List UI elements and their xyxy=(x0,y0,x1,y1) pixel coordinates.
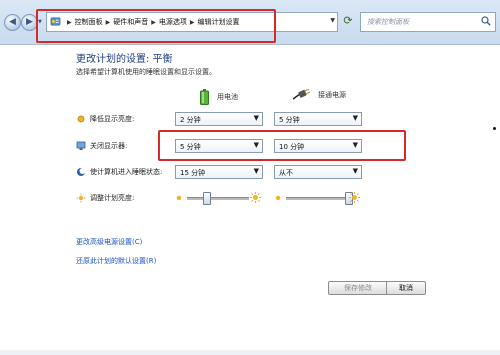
search-placeholder: 搜索控制面板 xyxy=(367,18,409,26)
breadcrumb: ▶ 控制面板 ▶ 硬件和声音 ▶ 电源选项 ▶ 编辑计划设置 xyxy=(67,13,240,31)
breadcrumb-separator-icon: ▶ xyxy=(105,18,111,26)
save-changes-button[interactable]: 保存修改 xyxy=(328,281,388,295)
selected-value: 5 分钟 xyxy=(279,116,300,124)
column-label-battery: 用电池 xyxy=(217,93,238,101)
recent-pages-icon[interactable]: ▼ xyxy=(38,19,42,25)
address-dropdown-icon[interactable]: ▼ xyxy=(330,17,335,24)
back-button[interactable]: ◀ xyxy=(4,14,21,31)
restore-defaults-link[interactable]: 还原此计划的默认设置(R) xyxy=(76,256,156,266)
row-label-turn-off-display: 关闭显示器: xyxy=(90,142,128,150)
chevron-down-icon: ▼ xyxy=(253,141,259,149)
moon-icon xyxy=(77,168,86,176)
cancel-button[interactable]: 取消 xyxy=(386,281,426,295)
plan-settings-panel: 更改计划的设置: 平衡 选择希望计算机使用的睡眠设置和显示设置。 用电池 接通电… xyxy=(0,45,500,355)
row-sleep: 使计算机进入睡眠状态: xyxy=(76,164,162,180)
chevron-down-icon: ▼ xyxy=(253,114,259,122)
window-bottom-edge xyxy=(0,350,500,355)
sun-large-icon xyxy=(250,192,261,203)
sleep-battery-select[interactable]: 15 分钟 ▼ xyxy=(175,165,263,179)
control-panel-icon xyxy=(50,17,61,26)
selected-value: 15 分钟 xyxy=(180,169,206,177)
selected-value: 5 分钟 xyxy=(180,143,201,151)
turn-off-display-battery-select[interactable]: 5 分钟 ▼ xyxy=(175,139,263,153)
dim-display-plugged-select[interactable]: 5 分钟 ▼ xyxy=(274,112,362,126)
breadcrumb-edit-plan[interactable]: 编辑计划设置 xyxy=(198,17,240,27)
column-label-plugged: 接通电源 xyxy=(318,91,346,99)
control-panel-window: ◀ ▶ ▼ ▶ 控制面板 ▶ 硬件和声音 ▶ 电源选项 ▶ 编辑计划设置 ▼ ⟳ xyxy=(0,0,500,355)
row-label-dim-display: 降低显示亮度: xyxy=(90,115,135,123)
monitor-icon xyxy=(76,141,86,150)
sun-large-icon xyxy=(349,192,360,203)
column-header-plugged: 接通电源 xyxy=(292,89,346,101)
row-turn-off-display: 关闭显示器: xyxy=(76,138,127,154)
advanced-settings-link[interactable]: 更改高级电源设置(C) xyxy=(76,237,142,247)
chevron-down-icon: ▼ xyxy=(253,167,259,175)
turn-off-display-plugged-select[interactable]: 10 分钟 ▼ xyxy=(274,139,362,153)
slider-track xyxy=(187,197,249,200)
breadcrumb-power-options[interactable]: 电源选项 xyxy=(159,17,187,27)
slider-track xyxy=(286,197,348,200)
row-dim-display: 降低显示亮度: xyxy=(76,111,134,127)
brightness-plugged-slider[interactable] xyxy=(274,191,360,205)
forward-button[interactable]: ▶ xyxy=(21,14,38,31)
row-label-plan-brightness: 调整计划亮度: xyxy=(90,194,135,202)
column-header-battery: 用电池 xyxy=(200,89,238,105)
row-label-sleep: 使计算机进入睡眠状态: xyxy=(90,168,163,176)
address-bar[interactable]: ▶ 控制面板 ▶ 硬件和声音 ▶ 电源选项 ▶ 编辑计划设置 ▼ xyxy=(46,12,338,32)
slider-thumb[interactable] xyxy=(202,192,211,205)
sun-icon xyxy=(76,193,86,203)
brightness-battery-slider[interactable] xyxy=(175,191,261,205)
address-toolbar: ◀ ▶ ▼ ▶ 控制面板 ▶ 硬件和声音 ▶ 电源选项 ▶ 编辑计划设置 ▼ ⟳ xyxy=(0,0,500,45)
page-subtitle: 选择希望计算机使用的睡眠设置和显示设置。 xyxy=(76,68,216,76)
mouse-cursor-dot xyxy=(493,127,496,130)
page-title: 更改计划的设置: 平衡 xyxy=(76,54,173,65)
breadcrumb-separator-icon: ▶ xyxy=(189,18,195,26)
chevron-down-icon: ▼ xyxy=(352,114,358,122)
row-plan-brightness: 调整计划亮度: xyxy=(76,190,134,206)
refresh-icon[interactable]: ⟳ xyxy=(340,13,356,29)
chevron-down-icon: ▼ xyxy=(352,167,358,175)
breadcrumb-separator-icon: ▶ xyxy=(67,18,72,26)
sleep-plugged-select[interactable]: 从不 ▼ xyxy=(274,165,362,179)
dim-display-battery-select[interactable]: 2 分钟 ▼ xyxy=(175,112,263,126)
battery-icon xyxy=(200,89,209,105)
breadcrumb-hardware-sound[interactable]: 硬件和声音 xyxy=(113,17,148,27)
chevron-down-icon: ▼ xyxy=(352,141,358,149)
power-plug-icon xyxy=(292,89,310,100)
search-input[interactable]: 搜索控制面板 xyxy=(360,12,496,32)
sun-small-icon xyxy=(275,195,281,201)
breadcrumb-separator-icon: ▶ xyxy=(151,18,156,26)
selected-value: 2 分钟 xyxy=(180,116,201,124)
brightness-icon xyxy=(77,115,85,123)
breadcrumb-control-panel[interactable]: 控制面板 xyxy=(75,17,103,27)
sun-small-icon xyxy=(176,195,182,201)
search-icon[interactable] xyxy=(481,16,491,26)
selected-value: 10 分钟 xyxy=(279,143,305,151)
selected-value: 从不 xyxy=(279,169,293,177)
